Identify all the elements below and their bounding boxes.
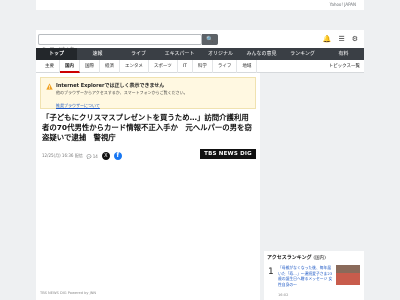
gear-icon[interactable]: ⚙ bbox=[352, 34, 358, 44]
sub-nav: 主要 国内 国際 経済 エンタメ スポーツ IT 科学 ライフ 地域 トピックス… bbox=[36, 60, 364, 73]
article-date: 12/25(月) 16:36 配信 bbox=[42, 153, 83, 158]
x-share-icon[interactable]: X bbox=[101, 152, 110, 160]
ranking-title: アクセスランキング (国内) bbox=[267, 255, 326, 261]
nav-item-ranking[interactable]: ランキング bbox=[282, 48, 323, 60]
ranking-item-time: 16:02 bbox=[278, 293, 289, 297]
bell-icon[interactable]: 🔔 bbox=[323, 34, 332, 44]
search-button[interactable]: 🔍 bbox=[202, 34, 218, 45]
subnav-item-international[interactable]: 国際 bbox=[80, 60, 100, 73]
rank-number: 1 bbox=[268, 267, 274, 277]
subnav-item-main[interactable]: 主要 bbox=[40, 60, 60, 73]
menu-icon[interactable]: ☰ bbox=[338, 34, 344, 44]
media-logo: TBS NEWS DIG bbox=[200, 149, 256, 159]
sidebar: アクセスランキング (国内) 1 「母親がなくなった後、毎年届いた「寿…」〜連続… bbox=[262, 73, 364, 300]
top-bar-links[interactable]: Yahoo! JAPAN bbox=[330, 2, 356, 7]
nav-item-original[interactable]: オリジナル bbox=[200, 48, 241, 60]
subnav-item-domestic[interactable]: 国内 bbox=[60, 60, 80, 73]
subnav-item-sports[interactable]: スポーツ bbox=[149, 60, 178, 73]
topics-list-link[interactable]: トピックス一覧 bbox=[329, 60, 360, 73]
comment-icon: 💬 bbox=[86, 153, 92, 159]
article-meta: 12/25(月) 16:36 配信 💬 14 X f bbox=[42, 152, 122, 160]
warning-icon bbox=[46, 83, 53, 90]
article-main: Internet Explorerでは正しく表示できません 他のブラウザーからア… bbox=[36, 73, 260, 300]
search-box[interactable] bbox=[38, 34, 202, 53]
nav-item-breaking[interactable]: 速報 bbox=[77, 48, 118, 60]
main-nav: トップ 速報 ライブ エキスパート オリジナル みんなの意見 ランキング 有料 bbox=[36, 48, 364, 60]
nav-item-live[interactable]: ライブ bbox=[118, 48, 159, 60]
browser-warning: Internet Explorerでは正しく表示できません 他のブラウザーからア… bbox=[40, 77, 256, 109]
ranking-subtitle: (国内) bbox=[313, 256, 326, 261]
media-footnote: TBS NEWS DIG Powered by JNN bbox=[40, 291, 97, 295]
article-headline: 「子どもにクリスマスプレゼントを買うため…」訪問介護利用者の70代男性からカード… bbox=[42, 113, 252, 142]
nav-item-opinions[interactable]: みんなの意見 bbox=[241, 48, 282, 60]
subnav-item-science[interactable]: 科学 bbox=[193, 60, 213, 73]
ranking-item-thumbnail[interactable] bbox=[336, 265, 360, 285]
header-icons: 🔔 ☰ ⚙ bbox=[323, 34, 358, 44]
comment-number: 14 bbox=[92, 153, 98, 159]
subnav-item-life[interactable]: ライフ bbox=[213, 60, 238, 73]
top-bar: Yahoo! JAPAN bbox=[36, 0, 364, 10]
subnav-item-economy[interactable]: 経済 bbox=[100, 60, 120, 73]
subnav-item-local[interactable]: 地域 bbox=[237, 60, 258, 73]
access-ranking: アクセスランキング (国内) 1 「母親がなくなった後、毎年届いた「寿…」〜連続… bbox=[264, 251, 364, 300]
subnav-item-it[interactable]: IT bbox=[178, 60, 193, 73]
recommended-browser-link[interactable]: 推奨ブラウザーについて bbox=[56, 103, 100, 109]
page: Yahoo! JAPAN 🔍 🔔 ☰ ⚙ トップ 速報 ライブ エキスパート オ… bbox=[0, 0, 400, 300]
facebook-share-icon[interactable]: f bbox=[113, 152, 122, 160]
ranking-item-link[interactable]: 「母親がなくなった後、毎年届いた「寿…」〜連続愛子さま23歳の誕生日へ贈るメッセ… bbox=[278, 265, 334, 287]
comment-count[interactable]: 💬 14 bbox=[87, 154, 98, 159]
header: 🔍 🔔 ☰ ⚙ bbox=[36, 30, 364, 53]
nav-item-paid[interactable]: 有料 bbox=[323, 48, 364, 60]
nav-item-expert[interactable]: エキスパート bbox=[159, 48, 200, 60]
warning-text: 他のブラウザーからアクセスするか、スマートフォンからご覧ください。 bbox=[56, 90, 188, 95]
warning-title: Internet Explorerでは正しく表示できません bbox=[56, 83, 165, 89]
nav-item-top[interactable]: トップ bbox=[36, 48, 77, 60]
subnav-item-entertainment[interactable]: エンタメ bbox=[120, 60, 149, 73]
